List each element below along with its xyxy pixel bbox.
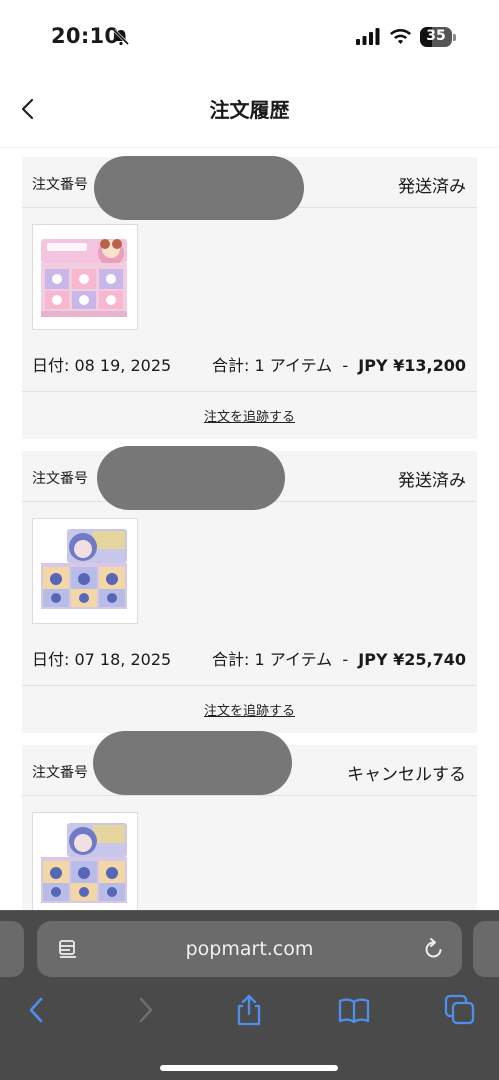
order-body: 日付: 07 18, 2025 合計: 1 アイテム - JPY ¥25,740	[22, 502, 477, 686]
order-body: 日付: 08 19, 2025 合計: 1 アイテム - JPY ¥13,200	[22, 208, 477, 392]
home-indicator	[160, 1065, 338, 1071]
order-header: 注文番号 キャンセルする	[22, 731, 477, 796]
page-title: 注文履歴	[209, 98, 290, 122]
track-order-link[interactable]: 注文を追跡する	[204, 406, 295, 425]
order-list: 注文番号 発送済み 日付: 08 19, 2025 合計: 1 アイテム - J…	[22, 156, 477, 1008]
previous-tab-preview[interactable]	[0, 921, 24, 977]
bell-off-icon	[112, 28, 130, 46]
next-tab-preview[interactable]	[473, 921, 499, 977]
order-header: 注文番号 発送済み	[22, 156, 477, 220]
order-card: 注文番号 発送済み	[22, 156, 477, 439]
order-total: 合計: 1 アイテム - JPY ¥13,200	[212, 352, 466, 376]
wifi-icon	[390, 29, 411, 44]
tabs-icon[interactable]	[443, 993, 477, 1027]
order-number-label: 注文番号	[32, 471, 88, 487]
nav-header: 注文履歴	[0, 70, 499, 148]
redacted-order-number	[97, 446, 285, 510]
cellular-signal-icon	[356, 28, 380, 45]
order-status: キャンセルする	[347, 765, 466, 785]
battery-level: 35	[426, 28, 446, 44]
product-image[interactable]	[32, 518, 138, 624]
redacted-order-number	[93, 731, 292, 795]
order-status: 発送済み	[398, 177, 466, 197]
order-date: 日付: 08 19, 2025	[32, 356, 172, 375]
track-row: 注文を追跡する	[22, 392, 477, 439]
track-row: 注文を追跡する	[22, 686, 477, 733]
address-bar[interactable]: popmart.com	[37, 921, 462, 977]
order-total-amount: JPY ¥13,200	[358, 356, 466, 375]
order-total-prefix: 合計: 1 アイテム -	[212, 650, 359, 669]
order-number-label: 注文番号	[32, 177, 88, 193]
product-image[interactable]	[32, 812, 138, 918]
order-total-amount: JPY ¥25,740	[358, 650, 466, 669]
browser-toolbar: popmart.com	[0, 910, 499, 1080]
status-time: 20:10	[51, 24, 120, 48]
order-number-label: 注文番号	[32, 765, 88, 781]
status-bar: 20:10 35	[0, 0, 499, 70]
order-card: 注文番号 発送済み	[22, 446, 477, 733]
address-url: popmart.com	[185, 938, 314, 960]
forward-icon[interactable]	[128, 993, 162, 1027]
share-icon[interactable]	[232, 993, 266, 1027]
reload-icon[interactable]	[423, 937, 445, 961]
bookmarks-icon[interactable]	[337, 993, 371, 1027]
back-icon[interactable]	[20, 993, 54, 1027]
order-total: 合計: 1 アイテム - JPY ¥25,740	[212, 646, 466, 670]
order-header: 注文番号 発送済み	[22, 446, 477, 510]
track-order-link[interactable]: 注文を追跡する	[204, 700, 295, 719]
product-image[interactable]	[32, 224, 138, 330]
order-total-prefix: 合計: 1 アイテム -	[212, 356, 359, 375]
battery-icon: 35	[420, 27, 456, 47]
order-date: 日付: 07 18, 2025	[32, 650, 172, 669]
order-status: 発送済み	[398, 471, 466, 491]
